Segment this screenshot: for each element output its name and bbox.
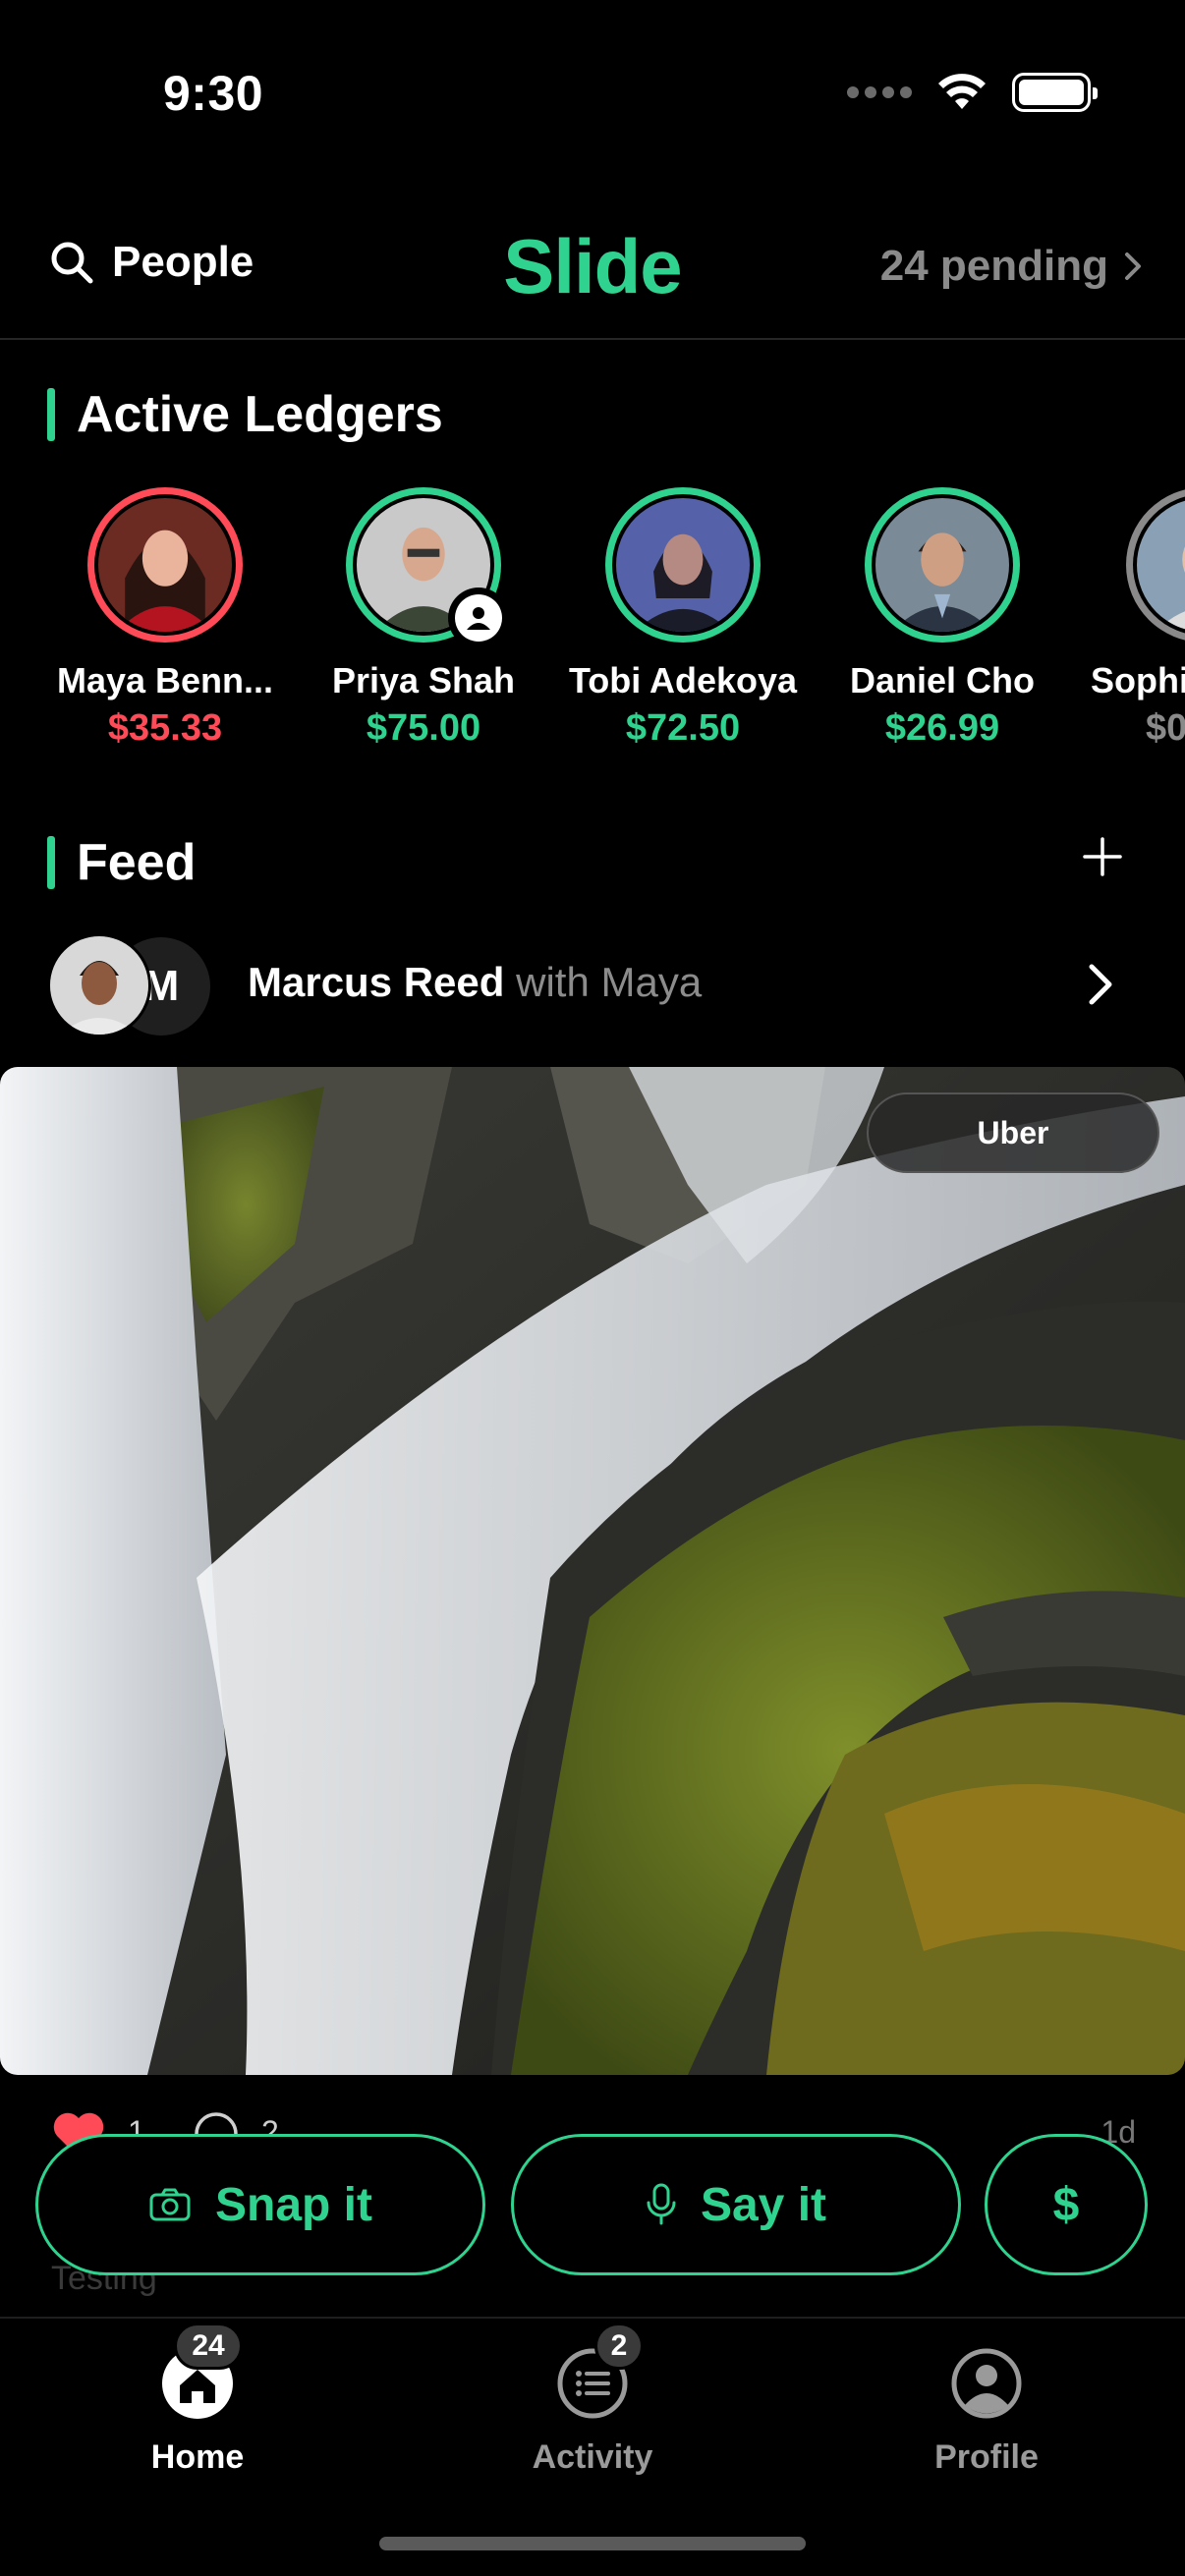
status-time: 9:30 — [163, 66, 264, 121]
action-bar: Snap it Say it $ — [0, 2134, 1185, 2275]
pending-label: 24 pending — [879, 242, 1108, 290]
avatar — [47, 933, 151, 1037]
ledger-item[interactable]: Priya Shah $75.00 — [294, 487, 553, 750]
avatar — [1126, 487, 1185, 643]
camera-icon — [149, 2188, 191, 2221]
ledger-item[interactable]: Sophi $0 — [1071, 487, 1185, 750]
chevron-right-icon[interactable] — [1087, 963, 1114, 1006]
ledgers-title-text: Active Ledgers — [77, 386, 443, 443]
home-icon: 24 — [160, 2323, 243, 2421]
ledger-name: Maya Benn... — [56, 660, 274, 700]
home-indicator — [379, 2537, 806, 2550]
tab-home[interactable]: 24 Home — [80, 2323, 315, 2477]
wifi-icon — [938, 74, 986, 109]
say-it-button[interactable]: Say it — [511, 2134, 961, 2275]
status-bar: 9:30 — [0, 0, 1185, 187]
accent-bar — [47, 836, 55, 889]
tab-activity[interactable]: 2 Activity — [475, 2323, 710, 2477]
post-photo[interactable]: Uber — [0, 1067, 1185, 2075]
avatar — [605, 487, 761, 643]
tab-activity-label: Activity — [532, 2438, 653, 2476]
pay-button[interactable]: $ — [985, 2134, 1148, 2275]
feed-title-text: Feed — [77, 834, 197, 891]
waterfall-photo — [0, 1067, 1185, 2075]
ledger-item[interactable]: Daniel Cho $26.99 — [813, 487, 1072, 750]
avatar — [87, 487, 243, 643]
status-icons — [847, 73, 1098, 112]
feed-section-title: Feed — [47, 833, 196, 892]
pay-label: $ — [1052, 2178, 1080, 2231]
snap-it-label: Snap it — [214, 2178, 372, 2231]
ledger-name: Priya Shah — [331, 660, 516, 700]
pending-link[interactable]: 24 pending — [880, 242, 1142, 291]
app-header: People Slide 24 pending — [0, 218, 1185, 340]
tab-profile[interactable]: Profile — [869, 2346, 1104, 2477]
avatar — [865, 487, 1020, 643]
ledger-item[interactable]: Tobi Adekoya $72.50 — [553, 487, 813, 750]
snap-it-button[interactable]: Snap it — [35, 2134, 485, 2275]
ledger-amount: $75.00 — [366, 707, 481, 749]
ledger-name: Tobi Adekoya — [568, 660, 798, 700]
ledger-name: Daniel Cho — [849, 660, 1035, 700]
ledger-amount: $26.99 — [884, 707, 1000, 749]
person-badge-icon — [448, 588, 509, 648]
tab-profile-label: Profile — [934, 2438, 1039, 2476]
ledger-name: Sophi — [1091, 660, 1185, 700]
ledger-amount: $35.33 — [107, 707, 223, 749]
accent-bar — [47, 388, 55, 441]
chevron-right-icon — [1125, 252, 1141, 280]
ledger-item[interactable]: Maya Benn... $35.33 — [35, 487, 295, 750]
avatar — [346, 487, 509, 648]
ledger-amount: $72.50 — [625, 707, 741, 749]
plus-icon[interactable] — [1081, 835, 1124, 878]
post-header[interactable]: M Marcus Reed with Maya — [47, 933, 1138, 1037]
tab-home-label: Home — [150, 2438, 245, 2476]
ledgers-carousel[interactable]: Maya Benn... $35.33 Priya Shah $75.00 To… — [0, 487, 1185, 772]
profile-icon — [949, 2346, 1024, 2421]
ledger-amount: $0 — [1146, 707, 1185, 749]
expense-tag-chip[interactable]: Uber — [867, 1092, 1159, 1173]
post-with-text: with Maya — [516, 959, 703, 1005]
say-it-label: Say it — [700, 2178, 827, 2231]
home-badge: 24 — [174, 2323, 243, 2370]
activity-icon: 2 — [555, 2323, 644, 2421]
ledgers-section-title: Active Ledgers — [47, 385, 443, 444]
post-author: Marcus Reed — [248, 959, 505, 1005]
activity-badge: 2 — [594, 2323, 644, 2370]
battery-icon — [1012, 73, 1098, 112]
post-title: Marcus Reed with Maya — [248, 959, 702, 1006]
mic-icon — [647, 2183, 676, 2225]
signal-icon — [847, 86, 912, 98]
